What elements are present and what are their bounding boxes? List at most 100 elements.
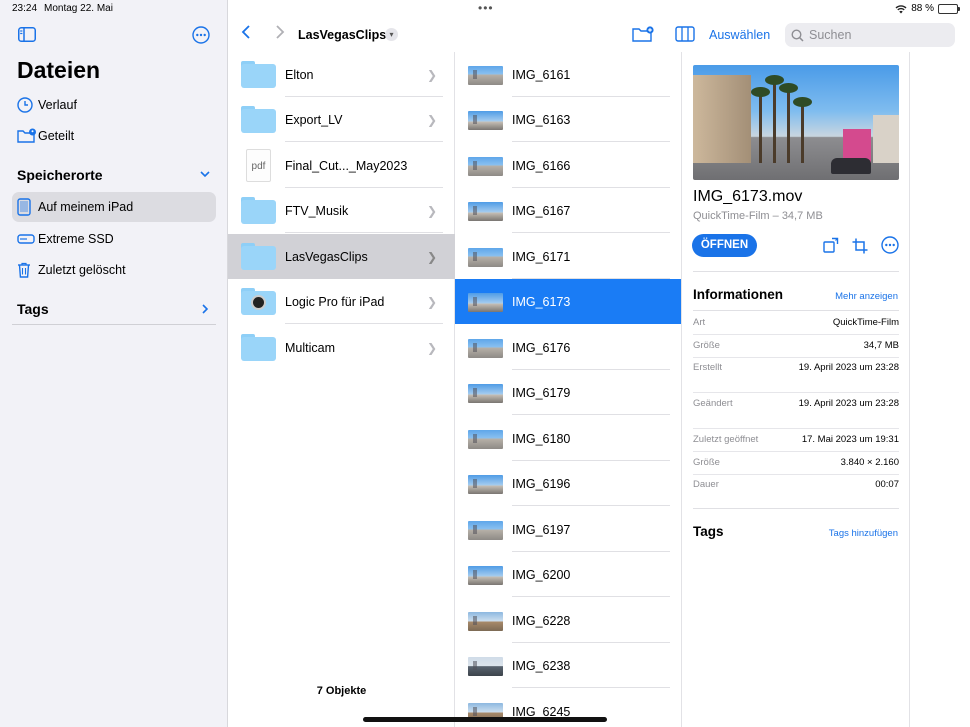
sidebar-item-extreme-ssd[interactable]: Extreme SSD <box>12 224 216 254</box>
chevron-down-icon[interactable] <box>199 167 211 183</box>
preview-tags-header: Tags <box>693 524 724 539</box>
info-divider <box>693 310 899 311</box>
multitasking-dots-icon[interactable]: ••• <box>478 1 494 15</box>
list-item[interactable]: IMG_6176 <box>455 325 681 370</box>
sidebar-item-verlauf[interactable]: Verlauf <box>12 90 216 120</box>
file-column: IMG_6161 IMG_6163 IMG_6166 IMG_6167 IMG_… <box>455 52 682 727</box>
home-indicator[interactable] <box>363 717 607 722</box>
wifi-icon <box>895 4 907 13</box>
sidebar-item-recently-deleted[interactable]: Zuletzt gelöscht <box>12 255 216 285</box>
status-right: 88 % <box>895 3 960 14</box>
list-item[interactable]: IMG_6179 <box>455 370 681 415</box>
chevron-right-icon[interactable] <box>199 302 211 318</box>
list-item-selected[interactable]: IMG_6173 <box>455 279 681 324</box>
status-time: 23:24 <box>12 3 38 14</box>
sidebar-item-on-my-ipad[interactable]: Auf meinem iPad <box>12 192 216 222</box>
list-item[interactable]: Multicam ❯ <box>228 325 455 370</box>
list-item[interactable]: IMG_6166 <box>455 143 681 188</box>
ipad-icon <box>12 198 38 216</box>
open-button[interactable]: ÖFFNEN <box>692 234 757 257</box>
preview-file-name: IMG_6173.mov <box>693 188 803 205</box>
video-thumbnail <box>468 157 503 176</box>
sidebar-item-label: Auf meinem iPad <box>38 200 134 214</box>
video-thumbnail <box>468 248 503 267</box>
list-item[interactable]: Elton ❯ <box>228 52 455 97</box>
toolbar: LasVegasClips ▾ Auswählen <box>228 18 970 52</box>
video-thumbnail <box>468 612 503 631</box>
item-label: LasVegasClips <box>285 249 368 264</box>
list-item-selected[interactable]: LasVegasClips ❯ <box>228 234 455 279</box>
video-thumbnail <box>468 657 503 676</box>
preview-file-subtitle: QuickTime-Film – 34,7 MB <box>693 210 823 222</box>
new-folder-icon[interactable] <box>632 26 654 47</box>
search-input[interactable] <box>809 28 949 42</box>
chevron-right-icon: ❯ <box>426 112 437 127</box>
item-label: IMG_6173 <box>512 294 571 309</box>
list-item[interactable]: FTV_Musik ❯ <box>228 188 455 233</box>
crop-icon[interactable] <box>852 238 868 259</box>
item-label: IMG_6171 <box>512 249 571 264</box>
sidebar-item-label: Verlauf <box>38 98 77 112</box>
list-item[interactable]: IMG_6161 <box>455 52 681 97</box>
forward-chevron-icon[interactable] <box>274 24 286 45</box>
video-thumbnail <box>468 384 503 403</box>
more-options-icon[interactable] <box>192 26 210 49</box>
column-view-icon[interactable] <box>675 26 695 47</box>
add-tags-link[interactable]: Tags hinzufügen <box>829 528 898 539</box>
chevron-right-icon: ❯ <box>426 67 437 82</box>
tags-header[interactable]: Tags <box>17 301 49 317</box>
show-more-link[interactable]: Mehr anzeigen <box>835 291 898 302</box>
list-item[interactable]: IMG_6171 <box>455 234 681 279</box>
list-item[interactable]: IMG_6163 <box>455 97 681 142</box>
app-folder-icon <box>241 288 276 315</box>
select-button[interactable]: Auswählen <box>709 28 770 42</box>
list-item[interactable]: Export_LV ❯ <box>228 97 455 142</box>
back-chevron-icon[interactable] <box>240 24 252 45</box>
item-label: Final_Cut..._May2023 <box>285 158 408 173</box>
info-value: 17. Mai 2023 um 19:31 <box>801 434 899 445</box>
video-thumbnail <box>468 202 503 221</box>
item-label: Multicam <box>285 340 336 355</box>
folder-icon <box>241 197 276 224</box>
info-value: 3.840 × 2.160 <box>840 457 899 468</box>
battery-percent: 88 % <box>911 3 934 14</box>
sidebar-item-geteilt[interactable]: Geteilt <box>12 121 216 151</box>
more-icon[interactable] <box>881 236 899 259</box>
preview-pane: IMG_6173.mov QuickTime-Film – 34,7 MB ÖF… <box>682 52 910 727</box>
item-label: IMG_6176 <box>512 340 571 355</box>
chevron-right-icon: ❯ <box>426 203 437 218</box>
chevron-right-icon: ❯ <box>426 340 437 355</box>
video-preview-image[interactable] <box>693 65 899 180</box>
video-thumbnail <box>468 521 503 540</box>
video-thumbnail <box>468 430 503 449</box>
info-key: Größe <box>693 457 720 468</box>
list-item[interactable]: IMG_6167 <box>455 188 681 233</box>
status-bar: 23:24 Montag 22. Mai ••• 88 % <box>0 0 970 18</box>
info-value: 19. April 2023 um 23:28 <box>798 362 899 373</box>
sidebar-item-label: Extreme SSD <box>38 232 114 246</box>
search-icon <box>791 28 804 42</box>
list-item[interactable]: IMG_6228 <box>455 598 681 643</box>
list-item[interactable]: Logic Pro für iPad ❯ <box>228 279 455 324</box>
folder-title[interactable]: LasVegasClips <box>298 28 386 42</box>
sidebar-title: Dateien <box>17 57 101 83</box>
list-item[interactable]: IMG_6180 <box>455 416 681 461</box>
info-value: 00:07 <box>875 479 899 490</box>
sidebar-toggle-icon[interactable] <box>18 27 36 47</box>
rotate-icon[interactable] <box>823 237 839 258</box>
locations-header[interactable]: Speicherorte <box>17 167 103 183</box>
pdf-file-icon: pdf <box>246 149 271 182</box>
title-menu-chevron-icon[interactable]: ▾ <box>385 28 398 41</box>
list-item[interactable]: IMG_6238 <box>455 643 681 688</box>
battery-icon <box>938 3 960 14</box>
folder-icon <box>241 243 276 270</box>
item-label: IMG_6167 <box>512 203 571 218</box>
list-item[interactable]: IMG_6200 <box>455 552 681 597</box>
info-key: Größe <box>693 340 720 351</box>
info-key: Erstellt <box>693 362 723 373</box>
list-item[interactable]: IMG_6197 <box>455 507 681 552</box>
list-item[interactable]: pdf Final_Cut..._May2023 <box>228 143 455 188</box>
list-item[interactable]: IMG_6196 <box>455 461 681 506</box>
item-label: IMG_6161 <box>512 67 571 82</box>
search-field[interactable] <box>785 23 955 47</box>
